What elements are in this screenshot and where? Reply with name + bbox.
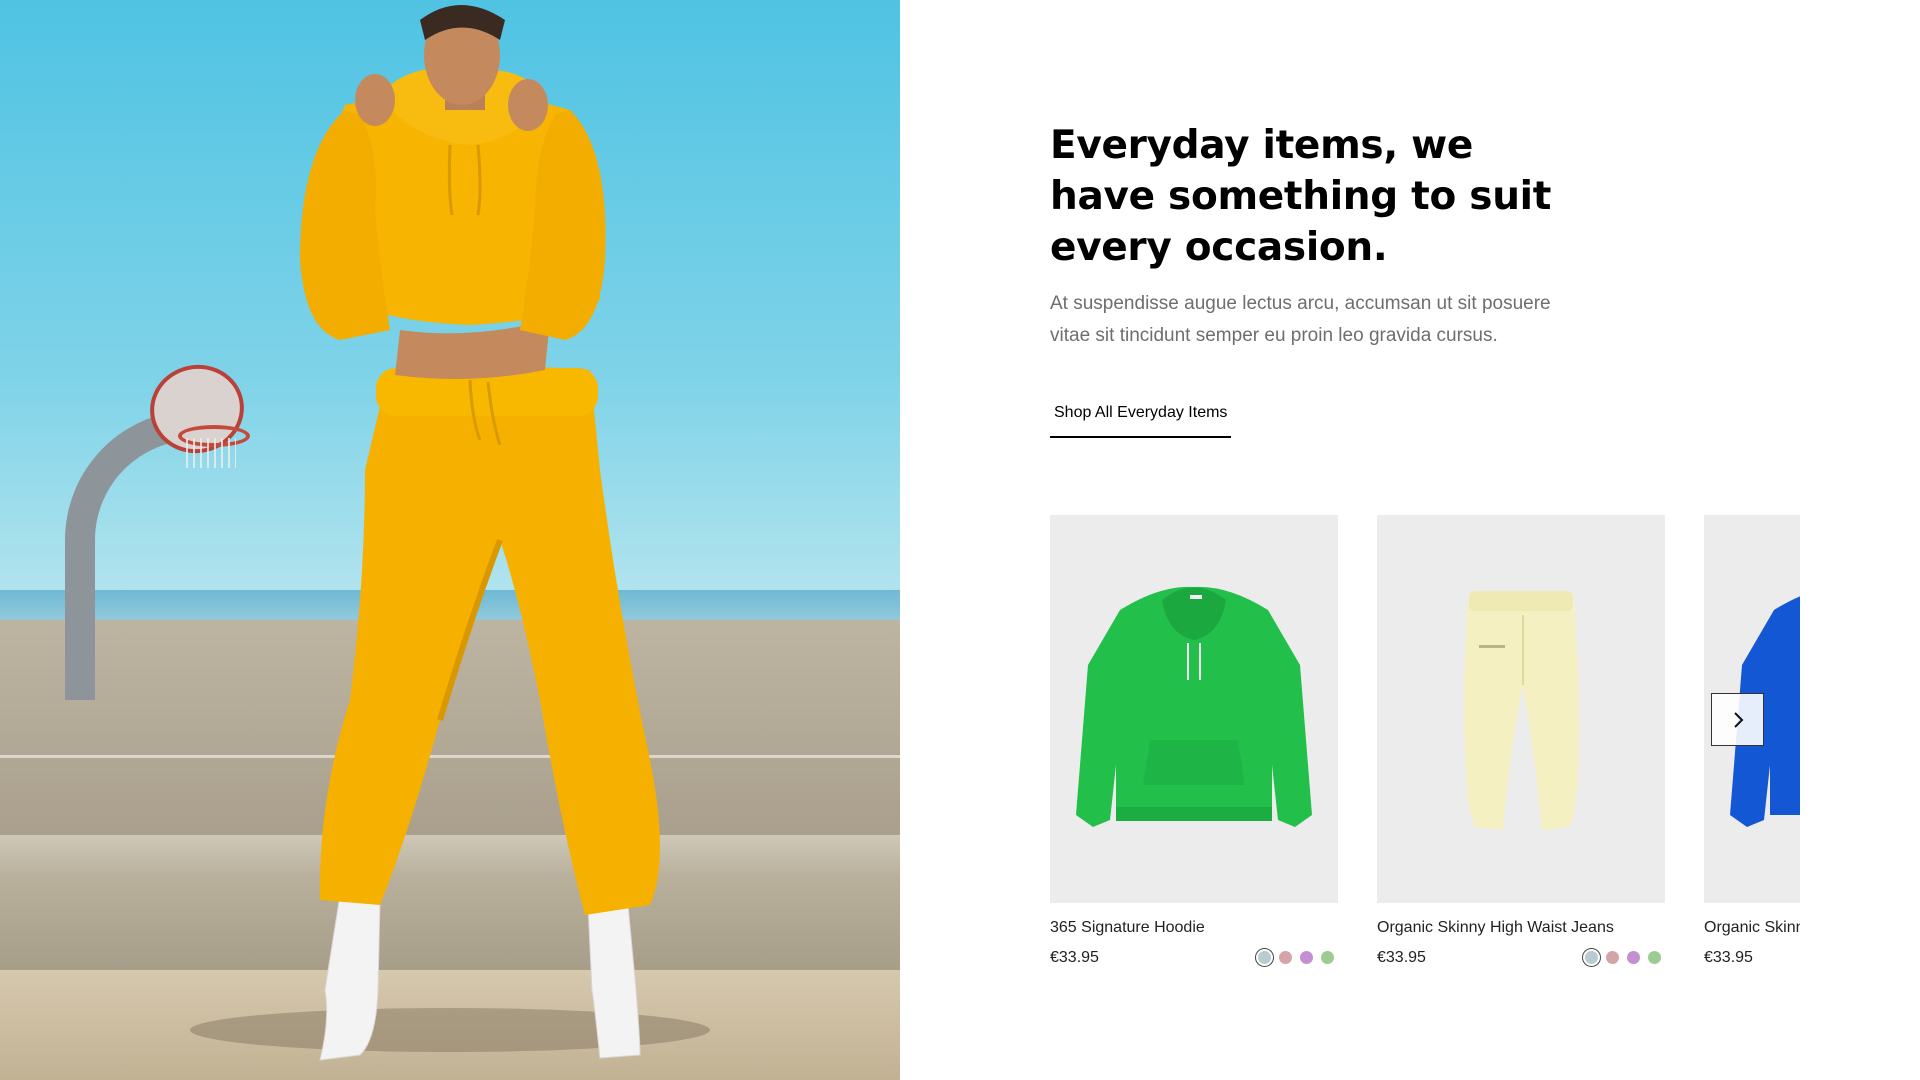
color-swatch[interactable] <box>1585 951 1598 964</box>
product-image[interactable] <box>1377 515 1665 903</box>
shop-all-everyday-items-link[interactable]: Shop All Everyday Items <box>1050 400 1232 438</box>
pale-yellow-sweatpants-image <box>1464 591 1580 830</box>
product-carousel: 365 Signature Hoodie €33.95 Organic Skin… <box>1050 515 1800 995</box>
green-hoodie-image <box>1076 586 1312 827</box>
color-swatches <box>1258 951 1334 964</box>
product-card[interactable]: Organic Skinny High Waist Jeans €33.95 <box>1377 515 1665 966</box>
section-description: At suspendisse augue lectus arcu, accums… <box>1050 293 1551 346</box>
color-swatch[interactable] <box>1627 951 1640 964</box>
color-swatch[interactable] <box>1258 951 1271 964</box>
color-swatch[interactable] <box>1606 951 1619 964</box>
hero-image <box>0 0 900 1080</box>
color-swatch[interactable] <box>1648 951 1661 964</box>
model-figure <box>190 5 710 1061</box>
product-card[interactable]: 365 Signature Hoodie €33.95 <box>1050 515 1338 966</box>
product-name[interactable]: 365 Signature Hoodie <box>1050 919 1205 937</box>
carousel-next-button[interactable] <box>1711 693 1764 746</box>
product-name[interactable]: Organic Skinny High Waist Jeans <box>1704 919 1800 937</box>
section-headline: Everyday items, we have something to sui… <box>1050 123 1552 270</box>
product-name[interactable]: Organic Skinny High Waist Jeans <box>1377 919 1614 937</box>
product-price: €33.95 <box>1377 949 1426 966</box>
color-swatch[interactable] <box>1279 951 1292 964</box>
product-price: €33.95 <box>1050 949 1099 966</box>
product-image[interactable] <box>1050 515 1338 903</box>
product-price: €33.95 <box>1704 949 1753 966</box>
color-swatch[interactable] <box>1300 951 1313 964</box>
chevron-right-icon <box>1733 711 1743 728</box>
color-swatch[interactable] <box>1321 951 1334 964</box>
color-swatches <box>1585 951 1661 964</box>
